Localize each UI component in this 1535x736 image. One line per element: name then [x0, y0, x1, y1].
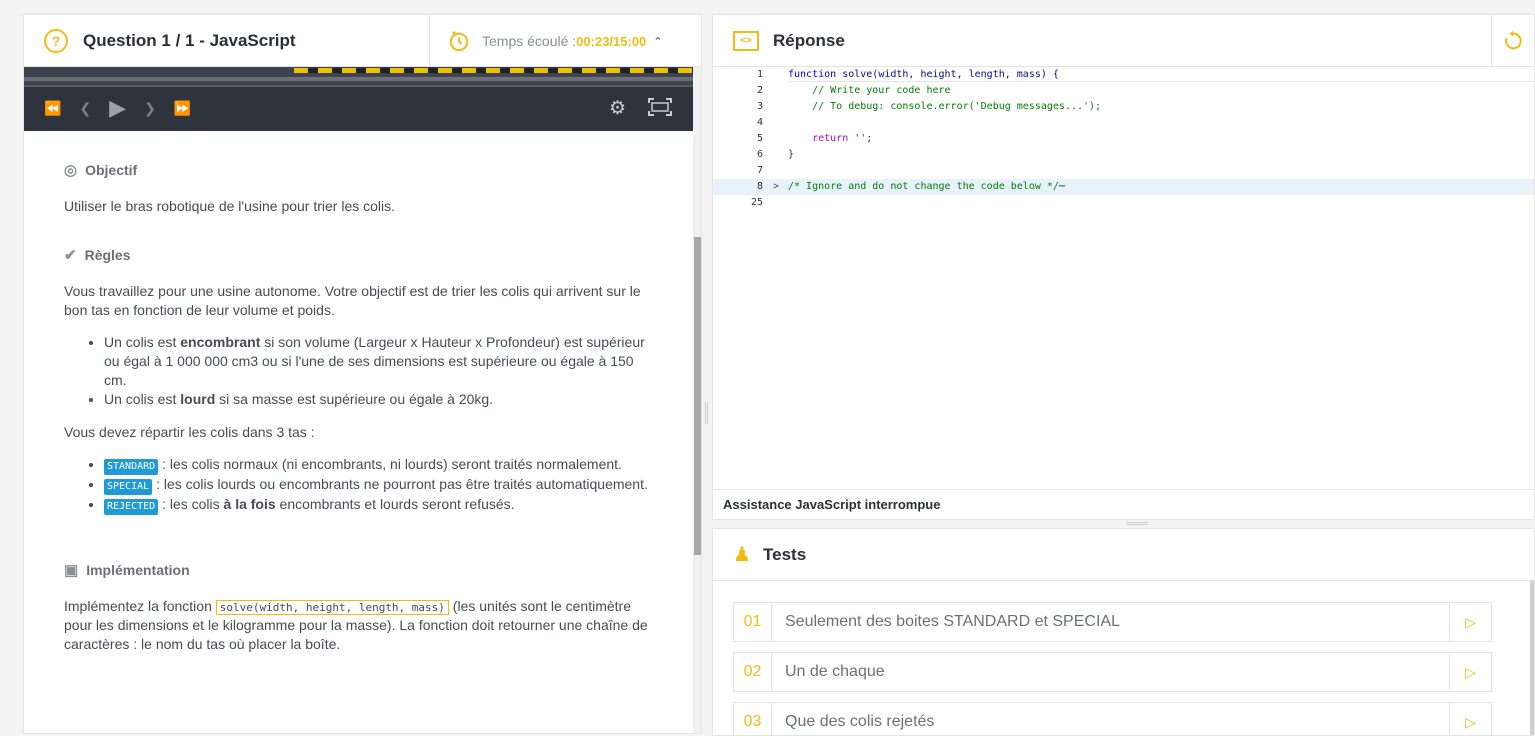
- test-name: Un de chaque: [785, 663, 885, 680]
- code-line: 6}: [756, 149, 795, 160]
- tests-title: Tests: [763, 544, 807, 564]
- code-line: 2 // Write your code here: [756, 85, 951, 96]
- fast-forward-icon[interactable]: ⏩: [174, 100, 191, 117]
- implementation-heading: ▣ Implémentation: [64, 562, 190, 579]
- rules-list: Un colis est encombrant si son volume (L…: [104, 333, 654, 409]
- video-controls: ⏪ ❮ ▶ ❯ ⏩ ⚙: [24, 87, 693, 129]
- objective-text: Utiliser le bras robotique de l'usine po…: [64, 198, 396, 214]
- list-item: STANDARD : les colis normaux (ni encombr…: [104, 455, 654, 475]
- code-line: 8 >/* Ignore and do not change the code b…: [713, 179, 1534, 195]
- question-title: Question 1 / 1 - JavaScript: [83, 30, 296, 50]
- timer-icon: [449, 30, 469, 52]
- tests-icon: ♟: [733, 544, 751, 566]
- play-icon[interactable]: ▶: [109, 95, 126, 121]
- statement-scrollbar[interactable]: [693, 67, 701, 733]
- video-player[interactable]: ⏪ ❮ ▶ ❯ ⏩ ⚙: [24, 67, 693, 131]
- test-number: 02: [734, 653, 772, 691]
- rules-heading: ✔ Règles: [64, 247, 131, 264]
- list-item: Un colis est lourd si sa masse est supér…: [104, 390, 654, 409]
- code-line: 1 function solve(width, height, length, m…: [756, 69, 1059, 80]
- run-icon[interactable]: ▷: [1449, 603, 1491, 641]
- tests-header: ♟ Tests: [713, 529, 1534, 581]
- book-icon: ▣: [64, 562, 79, 579]
- test-row[interactable]: 01 Seulement des boites STANDARD et SPEC…: [733, 602, 1492, 642]
- question-icon: ?: [44, 28, 68, 53]
- rewind-icon[interactable]: ⏪: [44, 100, 61, 117]
- answer-panel: <> Réponse 1 function solve(width, height…: [712, 14, 1535, 520]
- run-icon[interactable]: ▷: [1449, 653, 1491, 691]
- question-statement: ◎ Objectif Utiliser le bras robotique de…: [64, 155, 654, 654]
- timer-value: 00:23/15:00: [576, 33, 647, 49]
- video-frame: [24, 67, 693, 87]
- stacks-list: STANDARD : les colis normaux (ni encombr…: [104, 455, 654, 515]
- reset-icon: [1505, 30, 1522, 50]
- answer-header: <> Réponse: [713, 15, 1534, 67]
- code-line: 3 // To debug: console.error('Debug mess…: [756, 101, 1102, 112]
- editor-status: Assistance JavaScript interrompue: [713, 489, 1534, 519]
- rules-intro: Vous travaillez pour une usine autonome.…: [64, 283, 641, 318]
- code-line: 25: [750, 197, 763, 208]
- list-item: SPECIAL : les colis lourds ou encombrant…: [104, 475, 654, 495]
- function-signature: solve(width, height, length, mass): [215, 600, 449, 615]
- tests-panel: ♟ Tests 01 Seulement des boites STANDARD…: [712, 528, 1535, 736]
- run-icon[interactable]: ▷: [1449, 703, 1491, 735]
- code-icon: <>: [733, 30, 759, 51]
- step-forward-icon[interactable]: ❯: [144, 100, 156, 117]
- reset-button[interactable]: [1491, 15, 1534, 67]
- special-tag: SPECIAL: [104, 479, 153, 495]
- code-line: 4: [756, 117, 763, 128]
- test-row[interactable]: 03 Que des colis rejetés ▷: [733, 702, 1492, 735]
- objective-heading: ◎ Objectif: [64, 162, 138, 179]
- question-header: ? Question 1 / 1 - JavaScript Temps écou…: [24, 15, 701, 67]
- vertical-splitter[interactable]: [705, 402, 708, 424]
- list-item: REJECTED : les colis à la fois encombran…: [104, 495, 654, 515]
- code-line: 5 return '';: [756, 133, 873, 144]
- code-editor[interactable]: 1 function solve(width, height, length, m…: [713, 67, 1534, 491]
- timer[interactable]: Temps écoulé : 00:23/15:00 ⌃: [429, 15, 701, 67]
- chevron-up-icon[interactable]: ⌃: [653, 35, 662, 48]
- test-name: Seulement des boites STANDARD et SPECIAL: [785, 613, 1120, 630]
- test-row[interactable]: 02 Un de chaque ▷: [733, 652, 1492, 692]
- step-back-icon[interactable]: ❮: [79, 100, 91, 117]
- test-name: Que des colis rejetés: [785, 713, 935, 730]
- code-line: 7: [756, 165, 763, 176]
- implementation-text: Implémentez la fonction solve(width, hei…: [64, 598, 648, 652]
- tests-scrollbar[interactable]: [1530, 581, 1534, 735]
- fullscreen-icon[interactable]: [648, 97, 672, 119]
- target-icon: ◎: [64, 162, 78, 179]
- rejected-tag: REJECTED: [104, 499, 159, 515]
- split-intro: Vous devez répartir les colis dans 3 tas…: [64, 424, 315, 440]
- check-icon: ✔: [64, 247, 77, 264]
- test-number: 03: [734, 703, 772, 735]
- question-panel: ? Question 1 / 1 - JavaScript Temps écou…: [23, 14, 702, 734]
- horizontal-splitter[interactable]: [1126, 522, 1148, 525]
- standard-tag: STANDARD: [104, 459, 159, 475]
- list-item: Un colis est encombrant si son volume (L…: [104, 333, 654, 390]
- fold-chevron-icon[interactable]: >: [773, 179, 779, 195]
- timer-label: Temps écoulé :: [482, 33, 577, 49]
- answer-title: Réponse: [773, 30, 845, 50]
- test-number: 01: [734, 603, 772, 641]
- gear-icon[interactable]: ⚙: [609, 97, 626, 120]
